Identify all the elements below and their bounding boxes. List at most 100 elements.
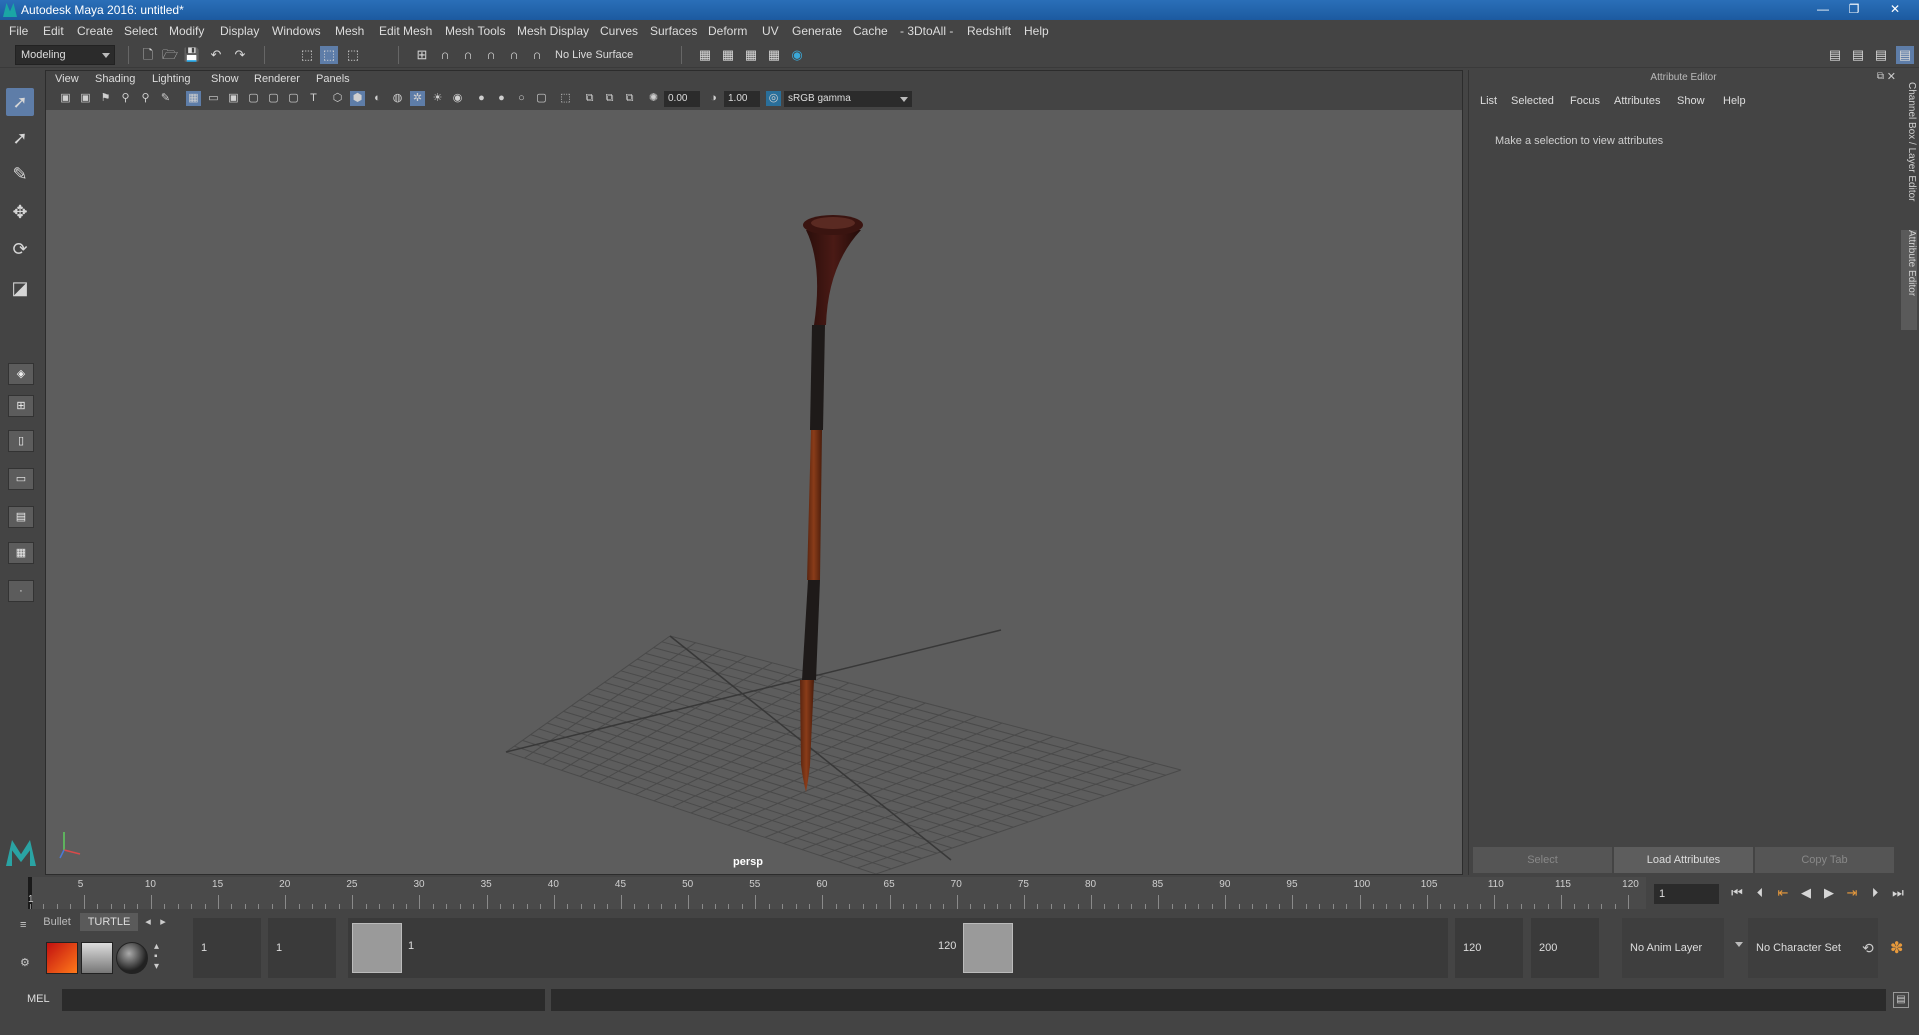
ae-menu-focus[interactable]: Focus (1570, 95, 1600, 107)
animation-start-field[interactable]: 1 (193, 918, 261, 978)
menu-help[interactable]: Help (1024, 24, 1049, 38)
undo-icon[interactable]: ↶ (207, 46, 225, 64)
live-surface-field[interactable]: No Live Surface (550, 46, 645, 66)
menu-mesh-tools[interactable]: Mesh Tools (445, 24, 505, 38)
render-settings-icon[interactable]: ▦ (742, 46, 760, 64)
ae-menu-list[interactable]: List (1480, 95, 1497, 107)
channel-box-toggle-icon[interactable]: ▤ (1896, 46, 1914, 64)
view-transform-dropdown[interactable]: sRGB gamma (784, 91, 912, 107)
xray-icon[interactable]: ⬚ (558, 91, 573, 106)
single-perspective-layout-icon[interactable]: ◈ (8, 363, 34, 385)
menu-display[interactable]: Display (220, 24, 259, 38)
turtle-bake-icon[interactable] (81, 942, 113, 974)
script-editor-icon[interactable]: ▤ (1893, 992, 1909, 1008)
persp-graph-layout-icon[interactable]: ▭ (8, 468, 34, 490)
step-back-key-icon[interactable]: ⇤ (1774, 884, 1792, 902)
range-slider-track[interactable]: 1 120 (348, 918, 1448, 978)
chevron-down-icon[interactable] (1735, 942, 1743, 947)
outliner-layout-icon[interactable]: ▤ (8, 506, 34, 528)
command-input[interactable] (62, 989, 545, 1011)
ae-menu-help[interactable]: Help (1723, 95, 1746, 107)
panel-menu-show[interactable]: Show (211, 73, 239, 85)
render-current-frame-icon[interactable]: ▦ (696, 46, 714, 64)
xray-joints-icon[interactable]: ⧉ (582, 91, 597, 106)
shelf-tab-turtle[interactable]: TURTLE (80, 913, 138, 931)
play-backwards-icon[interactable]: ◀ (1797, 884, 1815, 902)
time-slider[interactable]: 1 5 10 15 20 25 30 35 40 45 50 55 60 65 70 75 80 85 90 95 1… (28, 877, 1646, 909)
play-forwards-icon[interactable]: ▶ (1820, 884, 1838, 902)
menu-create[interactable]: Create (77, 24, 113, 38)
open-scene-icon[interactable]: 🗁 (161, 46, 179, 64)
shelf-tab-bullet[interactable]: Bullet (38, 913, 76, 931)
snap-live-icon[interactable]: ∩ (505, 46, 523, 64)
modeling-toolkit-icon[interactable]: ▤ (1826, 46, 1844, 64)
range-start-handle[interactable] (352, 923, 402, 973)
tab-attribute-editor[interactable]: Attribute Editor (1901, 230, 1917, 330)
menu-edit[interactable]: Edit (43, 24, 64, 38)
step-forward-frame-icon[interactable]: ⏵ (1866, 884, 1884, 902)
paint-select-tool-icon[interactable]: ✎ (6, 160, 34, 188)
menu-redshift[interactable]: Redshift (967, 24, 1011, 38)
textured-icon[interactable]: ◍ (390, 91, 405, 106)
shelf-scroll-right-icon[interactable]: ▸ (157, 913, 169, 931)
menu-3dtoall[interactable]: - 3DtoAll - (900, 24, 953, 38)
bookmark-icon[interactable]: ⚑ (98, 91, 113, 106)
copy-tab-button[interactable]: Copy Tab (1755, 847, 1894, 873)
shelf-menu-icon[interactable]: ≡ (20, 918, 34, 932)
attribute-editor-toggle-icon[interactable]: ▤ (1849, 46, 1867, 64)
select-component-icon[interactable]: ⬚ (344, 46, 362, 64)
float-panel-icon[interactable]: ⧉ (1877, 71, 1884, 82)
turtle-render-icon[interactable] (46, 942, 78, 974)
scale-tool-icon[interactable]: ◪ (6, 274, 34, 302)
anti-aliasing-icon[interactable]: ● (494, 91, 509, 106)
backface-culling-icon[interactable]: ⧉ (622, 91, 637, 106)
four-view-layout-icon[interactable]: ⊞ (8, 395, 34, 417)
gamma-icon[interactable]: ◑ (706, 91, 721, 106)
auto-key-icon[interactable]: ⟲ (1862, 940, 1874, 957)
snap-point-icon[interactable]: ∩ (459, 46, 477, 64)
menu-modify[interactable]: Modify (169, 24, 204, 38)
image-plane-icon[interactable]: ⚲ (118, 91, 133, 106)
hypershade-layout-icon[interactable]: ▦ (8, 542, 34, 564)
current-frame-field[interactable]: 1 (1654, 884, 1719, 904)
close-panel-icon[interactable]: ✕ (1887, 70, 1896, 83)
panel-menu-view[interactable]: View (55, 73, 79, 85)
layout-toggle-icon[interactable]: · (8, 580, 34, 602)
color-management-icon[interactable]: ◎ (766, 91, 781, 106)
panel-menu-lighting[interactable]: Lighting (152, 73, 191, 85)
panel-menu-panels[interactable]: Panels (316, 73, 350, 85)
film-gate-icon[interactable]: ▭ (206, 91, 221, 106)
move-tool-icon[interactable]: ✥ (6, 198, 34, 226)
menu-windows[interactable]: Windows (272, 24, 321, 38)
menuset-dropdown[interactable]: Modeling (15, 45, 115, 65)
safe-action-icon[interactable]: ▢ (286, 91, 301, 106)
range-end-handle[interactable] (963, 923, 1013, 973)
ae-menu-show[interactable]: Show (1677, 95, 1705, 107)
menu-mesh[interactable]: Mesh (335, 24, 364, 38)
shadows-icon[interactable]: ☀ (430, 91, 445, 106)
use-all-lights-icon[interactable]: ✲ (410, 91, 425, 106)
ae-menu-attributes[interactable]: Attributes (1614, 95, 1660, 107)
wireframe-icon[interactable]: ⬡ (330, 91, 345, 106)
character-set-dropdown[interactable]: No Character Set (1748, 918, 1878, 978)
isolate-select-icon[interactable]: ▢ (534, 91, 549, 106)
select-camera-icon[interactable]: ▣ (58, 91, 73, 106)
menu-surfaces[interactable]: Surfaces (650, 24, 697, 38)
restore-button[interactable]: ❐ (1843, 1, 1865, 17)
3d-scene[interactable]: persp (46, 110, 1462, 874)
menu-cache[interactable]: Cache (853, 24, 888, 38)
select-object-icon[interactable]: ⬚ (320, 46, 338, 64)
minimize-button[interactable]: — (1812, 1, 1834, 17)
gamma-field[interactable]: 1.00 (724, 91, 760, 107)
lasso-tool-icon[interactable]: ➚ (6, 124, 34, 152)
smooth-shade-icon[interactable]: ⬢ (350, 91, 365, 106)
command-language-label[interactable]: MEL (27, 993, 50, 1005)
ambient-occlusion-icon[interactable]: ◉ (450, 91, 465, 106)
gate-mask-icon[interactable]: ▢ (246, 91, 261, 106)
tool-settings-toggle-icon[interactable]: ▤ (1872, 46, 1890, 64)
close-button[interactable]: ✕ (1880, 1, 1910, 17)
redo-icon[interactable]: ↷ (231, 46, 249, 64)
animation-end-field[interactable]: 200 (1531, 918, 1599, 978)
snap-grid-icon[interactable]: ⊞ (413, 46, 431, 64)
xray-components-icon[interactable]: ⧉ (602, 91, 617, 106)
